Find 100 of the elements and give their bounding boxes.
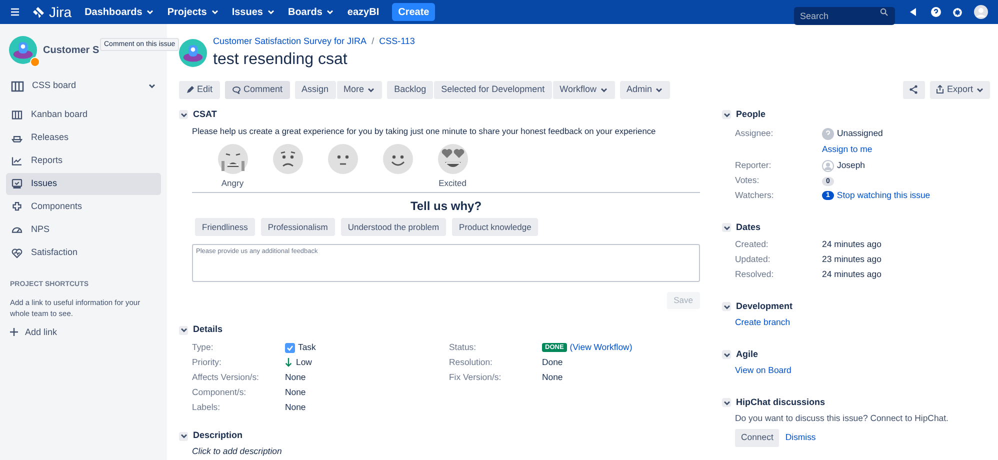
section-title: People bbox=[736, 108, 766, 121]
connect-button[interactable]: Connect bbox=[735, 428, 780, 447]
add-link[interactable]: Add link bbox=[0, 326, 167, 339]
search-field[interactable]: Search bbox=[794, 7, 895, 25]
field-value: Task bbox=[298, 341, 316, 354]
sidebar-item[interactable]: Reports bbox=[6, 150, 161, 172]
field-label: Fix Version/s: bbox=[449, 371, 502, 384]
checkbox-icon bbox=[285, 342, 295, 353]
chevron-down-icon bbox=[180, 432, 188, 440]
smile-face-icon[interactable] bbox=[382, 143, 414, 176]
field-label: Created: bbox=[735, 238, 770, 252]
toolbar-button[interactable]: Admin bbox=[620, 80, 670, 98]
sidebar-item[interactable]: Satisfaction bbox=[6, 242, 161, 264]
stop-watching-link[interactable]: Stop watching this issue bbox=[836, 189, 930, 203]
nav-menu-item[interactable]: Projects bbox=[167, 4, 219, 20]
project-avatar-icon bbox=[9, 36, 37, 64]
reason-chip[interactable]: Professionalism bbox=[260, 218, 335, 236]
create-button[interactable]: Create bbox=[392, 3, 436, 21]
project-name[interactable]: Customer S bbox=[43, 42, 100, 58]
collapse-toggle[interactable] bbox=[722, 223, 731, 232]
collapse-toggle[interactable] bbox=[722, 398, 731, 408]
create-branch-link[interactable]: Create branch bbox=[722, 316, 972, 329]
jira-logo-icon bbox=[32, 6, 46, 18]
export-button[interactable]: Export bbox=[930, 80, 990, 98]
sidebar-item[interactable]: Components bbox=[6, 196, 161, 218]
breadcrumb-link[interactable]: CSS-113 bbox=[379, 35, 415, 48]
collapse-toggle[interactable] bbox=[179, 110, 188, 119]
speech-bubble-icon bbox=[232, 86, 241, 94]
chevron-down-icon bbox=[148, 82, 156, 90]
monitor-icon bbox=[11, 178, 23, 190]
unknown-user-avatar-icon bbox=[822, 128, 834, 140]
reason-chip[interactable]: Product knowledge bbox=[452, 218, 538, 236]
neutral-face-icon[interactable] bbox=[326, 143, 358, 176]
field-value: None bbox=[285, 401, 306, 414]
toolbar-button[interactable]: More bbox=[336, 80, 382, 98]
sidebar-item[interactable]: NPS bbox=[6, 219, 161, 241]
help-icon[interactable] bbox=[931, 7, 941, 17]
sidebar-item[interactable]: Releases bbox=[6, 127, 161, 149]
field-value: Unassigned bbox=[837, 127, 883, 140]
field-label: Component/s: bbox=[192, 386, 248, 400]
section-title: Development bbox=[736, 300, 793, 313]
save-button: Save bbox=[666, 292, 700, 310]
menu-icon[interactable] bbox=[10, 8, 20, 16]
sidebar-item[interactable]: Kanban board bbox=[6, 104, 161, 126]
collapse-toggle[interactable] bbox=[722, 302, 731, 311]
field-value: Joseph bbox=[837, 159, 866, 172]
nav-menu-item[interactable]: Issues bbox=[232, 4, 275, 20]
field-label: Labels: bbox=[192, 401, 222, 414]
toolbar-button[interactable]: Workflow bbox=[552, 80, 614, 98]
collapse-toggle[interactable] bbox=[722, 350, 731, 360]
crying-face-icon[interactable] bbox=[216, 143, 248, 176]
toolbar-button[interactable]: Assign bbox=[294, 80, 336, 98]
dismiss-link[interactable]: Dismiss bbox=[785, 431, 816, 444]
survey-question: Tell us why? bbox=[409, 198, 483, 216]
jira-logo[interactable]: Jira bbox=[49, 5, 72, 19]
section-title: Description bbox=[193, 429, 243, 442]
user-avatar-icon[interactable] bbox=[974, 5, 988, 19]
hearts-face-icon[interactable] bbox=[436, 143, 468, 176]
toolbar-button[interactable]: Selected for Development bbox=[434, 80, 552, 98]
description-placeholder[interactable]: Click to add description bbox=[179, 445, 700, 458]
collapse-toggle[interactable] bbox=[722, 110, 731, 119]
chevron-down-icon bbox=[722, 110, 730, 118]
share-icon bbox=[909, 85, 918, 94]
field-value: Done bbox=[542, 356, 563, 370]
settings-icon[interactable] bbox=[952, 6, 963, 18]
board-selector[interactable]: CSS board bbox=[6, 78, 161, 94]
upload-icon bbox=[936, 85, 944, 94]
sidebar-item[interactable]: Issues bbox=[6, 173, 161, 195]
nav-menu-item[interactable]: eazyBI bbox=[347, 4, 380, 20]
columns-icon bbox=[11, 109, 23, 121]
nav-menu-item[interactable]: Boards bbox=[288, 4, 334, 20]
sad-face-icon[interactable] bbox=[272, 143, 304, 176]
toolbar-button[interactable]: Edit bbox=[179, 80, 220, 98]
face-label: Excited bbox=[438, 177, 466, 190]
field-label: Watchers: bbox=[735, 189, 775, 202]
breadcrumb-separator: / bbox=[372, 35, 374, 48]
collapse-toggle[interactable] bbox=[179, 326, 188, 335]
toolbar-button[interactable]: Comment bbox=[224, 80, 290, 98]
collapse-toggle[interactable] bbox=[179, 432, 188, 441]
view-on-board-link[interactable]: View on Board bbox=[722, 364, 972, 377]
issue-title: test resending csat bbox=[213, 50, 348, 70]
line-chart-icon bbox=[11, 155, 23, 167]
field-value: 24 minutes ago bbox=[822, 238, 882, 252]
reason-chip[interactable]: Understood the problem bbox=[340, 218, 446, 236]
assign-to-me-link[interactable]: Assign to me bbox=[822, 143, 872, 157]
field-value: 23 minutes ago bbox=[822, 253, 882, 266]
heart-icon bbox=[11, 247, 23, 259]
field-value: 24 minutes ago bbox=[822, 268, 882, 282]
breadcrumb-link[interactable]: Customer Satisfaction Survey for JIRA bbox=[213, 35, 367, 48]
share-button[interactable] bbox=[902, 80, 925, 98]
section-title: Details bbox=[193, 323, 223, 336]
search-icon bbox=[880, 8, 888, 16]
section-title: HipChat discussions bbox=[736, 396, 826, 409]
field-value: Low bbox=[296, 356, 312, 370]
view-workflow-link[interactable]: (View Workflow) bbox=[570, 341, 632, 354]
section-title: Agile bbox=[736, 348, 758, 361]
reason-chip[interactable]: Friendliness bbox=[195, 218, 255, 236]
nav-menu-item[interactable]: Dashboards bbox=[84, 4, 154, 20]
toolbar-button[interactable]: Backlog bbox=[387, 80, 434, 98]
chevron-down-icon bbox=[976, 86, 984, 94]
